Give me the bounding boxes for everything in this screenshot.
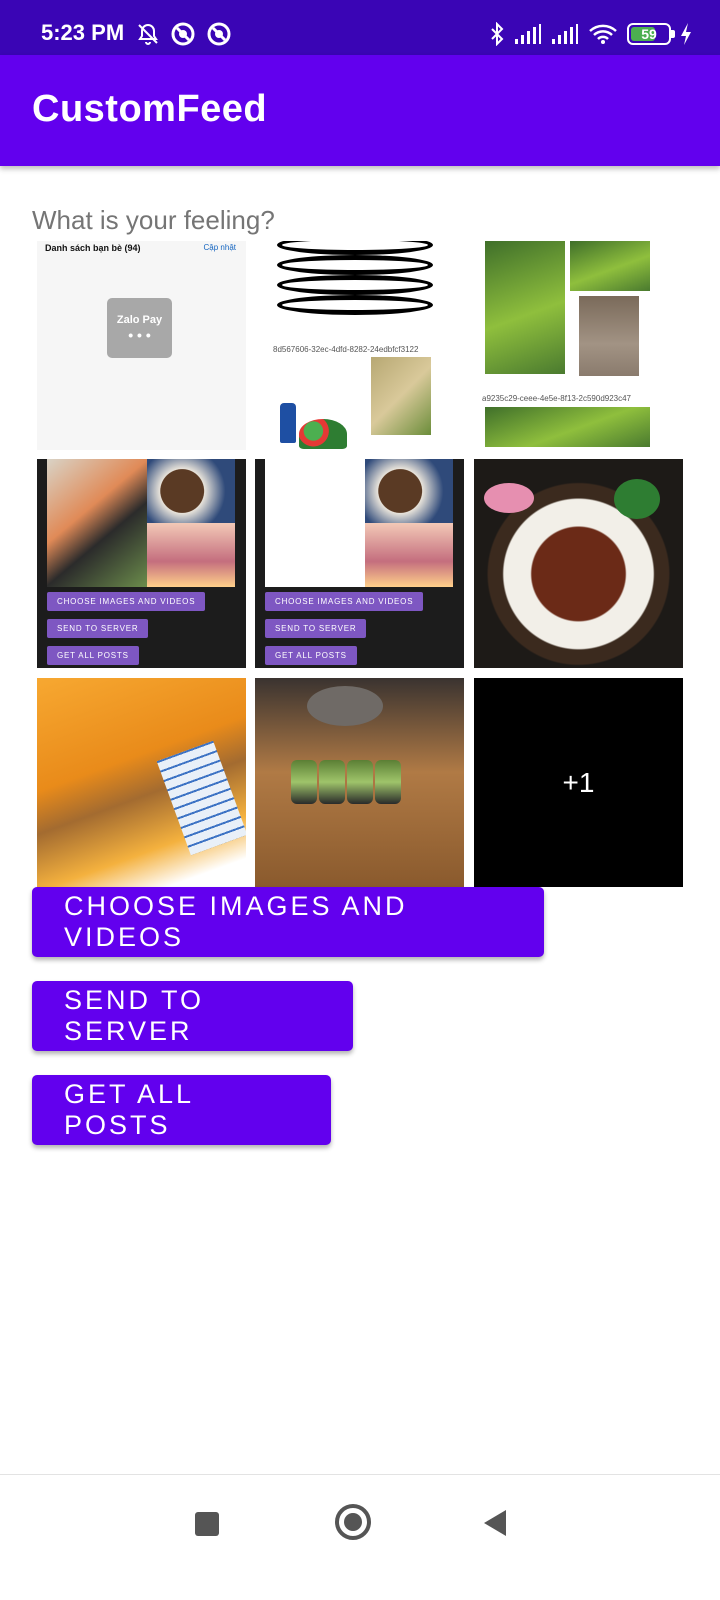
herb	[614, 479, 660, 519]
pickle	[484, 483, 534, 513]
screenshot-collage	[47, 459, 235, 587]
media-thumbnail[interactable]: a9235c29-ceee-4e5e-8f13-2c590d923c47	[474, 241, 683, 450]
media-thumbnail[interactable]	[37, 678, 246, 887]
media-thumbnail[interactable]	[474, 459, 683, 668]
app-badge-icon	[170, 21, 196, 47]
coin-stack-icon	[277, 241, 433, 255]
plate	[307, 686, 383, 726]
media-thumbnail[interactable]: 8d567606-32ec-4dfd-8282-24edbfcf3122	[255, 241, 464, 450]
desiccant-packet	[156, 740, 246, 856]
more-count: +1	[562, 766, 595, 798]
screenshot-collage	[265, 459, 453, 587]
app-title: CustomFeed	[32, 88, 268, 130]
image-caption: 8d567606-32ec-4dfd-8282-24edbfcf3122	[273, 345, 419, 354]
media-thumbnail[interactable]	[255, 678, 464, 887]
bottle-icon	[280, 403, 296, 443]
media-grid: Danh sách bạn bè (94) Cập nhật Zalo Pay …	[37, 241, 683, 887]
vegetables-icon	[299, 419, 347, 449]
mini-choose-button: CHOOSE IMAGES AND VIDEOS	[47, 592, 206, 611]
back-triangle-icon[interactable]	[484, 1510, 506, 1536]
battery-icon: 59	[627, 23, 675, 45]
send-to-server-button[interactable]: SEND TO SERVER	[32, 981, 353, 1051]
update-link: Cập nhật	[203, 243, 236, 252]
battery-level: 59	[641, 26, 657, 42]
zalopay-logo-text: Zalo Pay	[116, 314, 163, 326]
food-photo	[371, 357, 431, 435]
choose-images-button[interactable]: CHOOSE IMAGES AND VIDEOS	[32, 887, 544, 957]
mini-choose-button: CHOOSE IMAGES AND VIDEOS	[265, 592, 424, 611]
dog-photo	[579, 296, 639, 376]
media-thumbnail[interactable]: Danh sách bạn bè (94) Cập nhật Zalo Pay …	[37, 241, 246, 450]
zalopay-logo: Zalo Pay • • •	[107, 298, 172, 358]
wifi-icon	[588, 23, 618, 45]
forest-photo	[570, 241, 650, 291]
get-all-posts-button[interactable]: GET ALL POSTS	[32, 1075, 331, 1145]
status-icons-left	[136, 20, 232, 48]
notifications-off-icon	[136, 22, 160, 46]
more-media-tile[interactable]: +1	[474, 678, 683, 887]
friends-list-header: Danh sách bạn bè (94)	[45, 243, 141, 253]
status-bar: 5:23 PM 59	[0, 0, 720, 55]
media-thumbnail[interactable]: CHOOSE IMAGES AND VIDEOS SEND TO SERVER …	[37, 459, 246, 668]
mini-send-button: SEND TO SERVER	[47, 619, 149, 638]
app-badge-icon	[206, 21, 232, 47]
home-circle-icon[interactable]	[335, 1504, 371, 1540]
status-time: 5:23 PM	[41, 20, 125, 45]
bluetooth-icon	[489, 22, 505, 46]
mini-get-posts-button: GET ALL POSTS	[47, 646, 139, 665]
signal-icon	[551, 23, 579, 45]
charging-icon	[680, 23, 692, 45]
recents-square-icon[interactable]	[195, 1512, 219, 1536]
system-nav-bar	[0, 1474, 720, 1600]
image-caption: a9235c29-ceee-4e5e-8f13-2c590d923c47	[482, 394, 632, 403]
forest-photo	[485, 407, 650, 447]
app-bar: CustomFeed	[0, 55, 720, 166]
forest-photo	[485, 241, 565, 374]
media-thumbnail[interactable]: CHOOSE IMAGES AND VIDEOS SEND TO SERVER …	[255, 459, 464, 668]
signal-icon	[514, 23, 542, 45]
feeling-input[interactable]	[32, 200, 688, 240]
mini-get-posts-button: GET ALL POSTS	[265, 646, 357, 665]
mini-send-button: SEND TO SERVER	[265, 619, 367, 638]
status-icons-right: 59	[489, 20, 692, 48]
